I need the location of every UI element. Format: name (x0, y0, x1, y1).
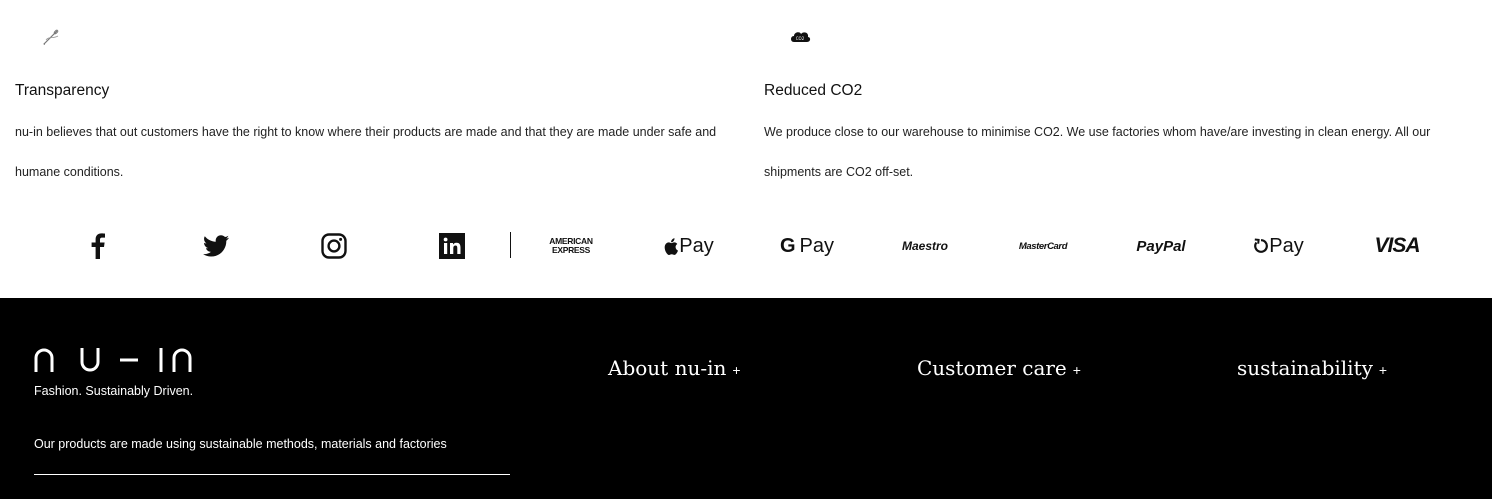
nu-in-logo[interactable] (34, 346, 194, 379)
feature-title: Transparency (15, 82, 110, 99)
mastercard-icon: MasterCard (1013, 224, 1073, 268)
plus-icon: + (732, 361, 741, 378)
opay-label: Pay (1269, 234, 1304, 257)
feature-text: We produce close to our warehouse to min… (764, 125, 1431, 179)
plus-icon: + (1072, 361, 1081, 378)
paypal-icon: PayPal (1131, 224, 1191, 268)
footer-column-label: About nu-in (608, 356, 727, 380)
instagram-icon[interactable] (304, 224, 364, 268)
footer-customer-care-toggle[interactable]: Customer care + (917, 356, 1081, 380)
footer-column-label: Customer care (917, 356, 1067, 380)
apple-pay-icon: Pay (659, 224, 719, 268)
divider (510, 232, 511, 258)
amex-line2: EXPRESS (551, 245, 591, 255)
mastercard-label: MasterCard (1018, 240, 1068, 252)
footer-column-label: sustainability (1237, 356, 1373, 380)
google-pay-label: Pay (799, 234, 835, 257)
footer-tagline: Fashion. Sustainably Driven. (34, 384, 194, 398)
footer-divider (34, 474, 510, 475)
needle-thread-icon (40, 27, 62, 47)
visa-label: VISA (1374, 234, 1420, 257)
maestro-icon: Maestro (895, 224, 955, 268)
twitter-icon[interactable] (186, 224, 246, 268)
visa-icon: VISA (1367, 224, 1427, 268)
google-pay-icon: G Pay (779, 234, 835, 257)
footer-sustainability-toggle[interactable]: sustainability + (1237, 356, 1387, 380)
plus-icon: + (1378, 361, 1388, 378)
site-footer: Fashion. Sustainably Driven. Our product… (0, 298, 1492, 499)
footer-about-toggle[interactable]: About nu-in + (608, 356, 741, 380)
amex-icon: AMERICAN EXPRESS (541, 224, 601, 268)
feature-title: Reduced CO2 (764, 82, 863, 99)
apple-pay-label: Pay (679, 234, 714, 257)
opay-icon: Pay (1249, 224, 1309, 268)
social-payment-row: AMERICAN EXPRESS Pay G Pay Maestro Maste… (0, 224, 1492, 268)
maestro-label: Maestro (901, 239, 948, 253)
facebook-icon[interactable] (68, 224, 128, 268)
co2-cloud-icon: CO2 (789, 27, 811, 47)
features-section: Transparency nu-in believes that out cus… (0, 0, 1492, 298)
svg-text:CO2: CO2 (796, 36, 805, 41)
linkedin-icon[interactable] (422, 224, 482, 268)
footer-description: Our products are made using sustainable … (34, 437, 447, 451)
feature-text: nu-in believes that out customers have t… (15, 125, 717, 179)
paypal-label: PayPal (1136, 237, 1186, 255)
